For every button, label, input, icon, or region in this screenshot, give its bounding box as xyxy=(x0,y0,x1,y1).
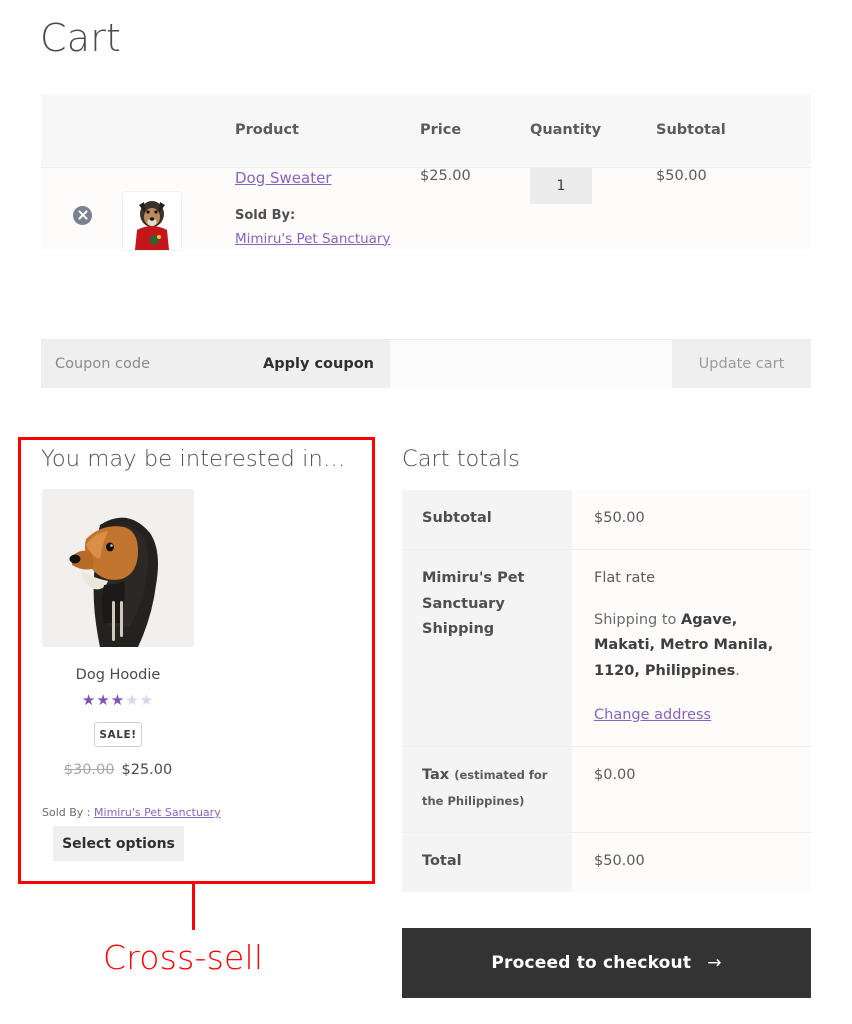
product-name-link[interactable]: Dog Sweater xyxy=(235,169,332,187)
coupon-actions-row: Apply coupon Update cart xyxy=(41,339,811,388)
sold-by-label: Sold By: xyxy=(235,207,296,223)
totals-value-shipping: Flat rate Shipping to Agave, Makati, Met… xyxy=(572,549,811,747)
update-cart-button[interactable]: Update cart xyxy=(672,340,811,388)
totals-label-subtotal: Subtotal xyxy=(402,490,572,550)
totals-value-subtotal: $50.00 xyxy=(572,490,811,550)
star-filled-icon: ★ xyxy=(81,691,97,709)
star-empty-icon: ★ xyxy=(125,691,140,709)
quantity-input[interactable] xyxy=(530,167,592,204)
totals-row-tax: Tax (estimated for the Philippines) $0.0… xyxy=(402,746,811,833)
star-filled-icon: ★ xyxy=(110,691,126,709)
change-address-link[interactable]: Change address xyxy=(594,703,711,728)
cart-table: Product Price Quantity Subtotal Dog Swea… xyxy=(41,94,811,250)
cart-item-quantity-cell xyxy=(530,166,656,250)
crosssell-sold-by: Sold By : Mimiru's Pet Sanctuary xyxy=(42,806,221,819)
totals-value-total: $50.00 xyxy=(572,832,811,893)
totals-row-shipping: Mimiru's Pet Sanctuary Shipping Flat rat… xyxy=(402,549,811,747)
remove-item-icon[interactable] xyxy=(73,205,92,225)
cart-item-thumbnail-cell xyxy=(123,166,235,250)
totals-label-shipping: Mimiru's Pet Sanctuary Shipping xyxy=(402,549,572,747)
product-thumbnail[interactable] xyxy=(123,191,181,250)
cart-totals-heading: Cart totals xyxy=(402,446,520,472)
star-empty-icon: ★ xyxy=(139,691,155,709)
checkout-button-label: Proceed to checkout xyxy=(491,953,692,973)
crosssell-product-name[interactable]: Dog Hoodie xyxy=(42,667,194,683)
shipping-destination: Shipping to Agave, Makati, Metro Manila,… xyxy=(594,608,795,684)
page-title: Cart xyxy=(40,16,122,60)
price-original: $30.00 xyxy=(63,762,115,778)
proceed-to-checkout-button[interactable]: Proceed to checkout → xyxy=(402,928,811,998)
star-filled-icon: ★ xyxy=(96,691,111,709)
crosssell-rating-stars: ★★★★★ xyxy=(42,693,194,708)
arrow-right-icon: → xyxy=(707,953,722,973)
crosssell-product-image[interactable] xyxy=(42,489,194,647)
col-header-subtotal: Subtotal xyxy=(656,94,811,167)
shipping-method: Flat rate xyxy=(594,570,656,587)
cart-item-row: Dog Sweater Sold By: Mimiru's Pet Sanctu… xyxy=(41,166,811,250)
shipping-to-suffix: . xyxy=(735,662,740,679)
col-header-quantity: Quantity xyxy=(530,94,656,167)
crosssell-price: $30.00 $25.00 xyxy=(42,762,194,778)
cart-table-header-row: Product Price Quantity Subtotal xyxy=(41,94,811,167)
apply-coupon-button[interactable]: Apply coupon xyxy=(247,340,390,388)
totals-label-total: Total xyxy=(402,832,572,893)
crosssell-sold-by-prefix: Sold By : xyxy=(42,806,95,819)
cart-item-product-cell: Dog Sweater Sold By: Mimiru's Pet Sanctu… xyxy=(235,166,420,250)
totals-label-tax: Tax (estimated for the Philippines) xyxy=(402,746,572,833)
shipping-to-prefix: Shipping to xyxy=(594,611,682,628)
cart-item-remove-cell xyxy=(41,166,123,250)
cart-item-price: $25.00 xyxy=(420,166,530,250)
col-header-product: Product xyxy=(235,94,420,167)
vendor-link[interactable]: Mimiru's Pet Sanctuary xyxy=(235,231,390,247)
col-header-thumbnail xyxy=(123,94,235,167)
annotation-leader-line xyxy=(192,884,195,930)
annotation-label: Cross-sell xyxy=(103,938,264,977)
col-header-remove xyxy=(41,94,123,167)
cart-totals-table: Subtotal $50.00 Mimiru's Pet Sanctuary S… xyxy=(402,490,811,893)
sale-badge: SALE! xyxy=(94,722,142,747)
coupon-code-input[interactable] xyxy=(41,340,247,388)
totals-row-subtotal: Subtotal $50.00 xyxy=(402,490,811,550)
cart-item-subtotal: $50.00 xyxy=(656,166,811,250)
totals-value-tax: $0.00 xyxy=(572,746,811,833)
select-options-button[interactable]: Select options xyxy=(53,826,184,861)
totals-row-total: Total $50.00 xyxy=(402,832,811,893)
tax-label-text: Tax xyxy=(422,767,450,784)
col-header-price: Price xyxy=(420,94,530,167)
cart-page: Cart Product Price Quantity Subtotal Dog… xyxy=(0,0,852,1024)
crosssell-vendor-link[interactable]: Mimiru's Pet Sanctuary xyxy=(94,806,221,819)
crosssell-heading: You may be interested in… xyxy=(41,446,346,472)
price-sale: $25.00 xyxy=(121,762,173,778)
